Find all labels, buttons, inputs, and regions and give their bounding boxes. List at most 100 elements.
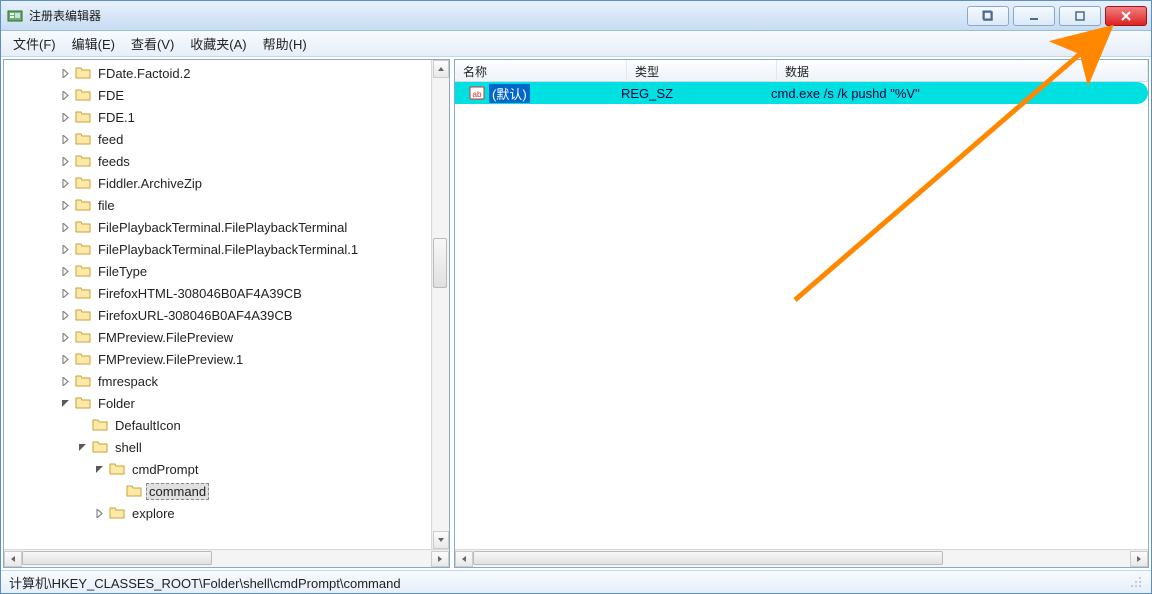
- tree-item[interactable]: shell: [4, 436, 431, 458]
- regedit-icon: [7, 8, 23, 24]
- tree-item-label: command: [146, 483, 209, 500]
- tree-item-label: FirefoxHTML-308046B0AF4A39CB: [95, 285, 305, 302]
- tree-view[interactable]: FDate.Factoid.2 FDE FDE.1 feed feeds Fiddler.…: [4, 60, 431, 549]
- value-row[interactable]: ab (默认) REG_SZcmd.exe /s /k pushd "%V": [455, 82, 1148, 104]
- menu-help[interactable]: 帮助(H): [255, 31, 315, 56]
- tree-item[interactable]: FilePlaybackTerminal.FilePlaybackTermina…: [4, 216, 431, 238]
- maximize-button[interactable]: [1059, 6, 1101, 26]
- value-pane: 名称 类型 数据 ab (默认) REG_SZcmd.exe /s /k pushd…: [454, 59, 1149, 568]
- expand-icon[interactable]: [59, 155, 71, 167]
- tree-item-label: FDate.Factoid.2: [95, 65, 194, 82]
- tree-item-label: feed: [95, 131, 126, 148]
- collapse-icon[interactable]: [59, 397, 71, 409]
- tree-item[interactable]: file: [4, 194, 431, 216]
- svg-text:ab: ab: [473, 90, 482, 99]
- col-name[interactable]: 名称: [455, 60, 627, 81]
- scroll-left-button[interactable]: [455, 551, 473, 567]
- tree-item-label: Fiddler.ArchiveZip: [95, 175, 205, 192]
- expand-icon[interactable]: [59, 331, 71, 343]
- resize-grip-icon[interactable]: [1129, 575, 1143, 589]
- tree-item-label: FDE.1: [95, 109, 138, 126]
- tree-item[interactable]: FilePlaybackTerminal.FilePlaybackTermina…: [4, 238, 431, 260]
- tree-hthumb[interactable]: [22, 551, 212, 565]
- tree-item[interactable]: feed: [4, 128, 431, 150]
- tree-item[interactable]: explore: [4, 502, 431, 524]
- workarea: FDate.Factoid.2 FDE FDE.1 feed feeds Fiddler.…: [1, 57, 1151, 571]
- tree-item[interactable]: FMPreview.FilePreview.1: [4, 348, 431, 370]
- expand-icon[interactable]: [59, 67, 71, 79]
- tree-item[interactable]: cmdPrompt: [4, 458, 431, 480]
- menu-favorites[interactable]: 收藏夹(A): [182, 31, 254, 56]
- col-type[interactable]: 类型: [627, 60, 777, 81]
- menu-edit[interactable]: 编辑(E): [64, 31, 123, 56]
- list-hscrollbar[interactable]: [455, 549, 1148, 567]
- tree-item-label: FilePlaybackTerminal.FilePlaybackTermina…: [95, 219, 350, 236]
- list-header[interactable]: 名称 类型 数据: [455, 60, 1148, 82]
- registry-editor-window: 注册表编辑器 文件(F) 编辑(E) 查看(V) 收藏夹(A) 帮助(H): [0, 0, 1152, 594]
- tree-item-label: FileType: [95, 263, 150, 280]
- tree-item-label: feeds: [95, 153, 133, 170]
- tree-item-label: Folder: [95, 395, 138, 412]
- tree-hscrollbar[interactable]: [4, 549, 449, 567]
- expand-icon[interactable]: [59, 177, 71, 189]
- value-list[interactable]: ab (默认) REG_SZcmd.exe /s /k pushd "%V": [455, 82, 1148, 549]
- tree-item[interactable]: FMPreview.FilePreview: [4, 326, 431, 348]
- col-data[interactable]: 数据: [777, 60, 1148, 81]
- scroll-down-button[interactable]: [433, 531, 449, 549]
- tree-vthumb[interactable]: [433, 238, 447, 288]
- tree-item-label: explore: [129, 505, 178, 522]
- scroll-left-button[interactable]: [4, 551, 22, 567]
- value-name: (默认): [489, 84, 530, 103]
- menu-view[interactable]: 查看(V): [123, 31, 182, 56]
- tree-item[interactable]: FDE.1: [4, 106, 431, 128]
- scroll-right-button[interactable]: [431, 551, 449, 567]
- expand-icon[interactable]: [59, 89, 71, 101]
- expand-icon[interactable]: [59, 375, 71, 387]
- tree-item[interactable]: command: [4, 480, 431, 502]
- tree-item-label: FDE: [95, 87, 127, 104]
- expand-icon[interactable]: [59, 111, 71, 123]
- tree-pane: FDate.Factoid.2 FDE FDE.1 feed feeds Fiddler.…: [3, 59, 450, 568]
- tree-item[interactable]: feeds: [4, 150, 431, 172]
- statusbar: 计算机\HKEY_CLASSES_ROOT\Folder\shell\cmdPr…: [1, 571, 1151, 593]
- titlebar[interactable]: 注册表编辑器: [1, 1, 1151, 31]
- expand-icon[interactable]: [59, 221, 71, 233]
- expand-icon[interactable]: [59, 243, 71, 255]
- tree-vscrollbar[interactable]: [431, 60, 449, 549]
- list-hthumb[interactable]: [473, 551, 943, 565]
- close-button[interactable]: [1105, 6, 1147, 26]
- menu-file[interactable]: 文件(F): [5, 31, 64, 56]
- tree-item-label: file: [95, 197, 118, 214]
- scroll-right-button[interactable]: [1130, 551, 1148, 567]
- tree-item[interactable]: Folder: [4, 392, 431, 414]
- string-value-icon: ab: [469, 85, 485, 101]
- tree-item[interactable]: Fiddler.ArchiveZip: [4, 172, 431, 194]
- expand-icon[interactable]: [59, 133, 71, 145]
- tree-item[interactable]: FileType: [4, 260, 431, 282]
- tree-item[interactable]: FirefoxHTML-308046B0AF4A39CB: [4, 282, 431, 304]
- minimize-button[interactable]: [1013, 6, 1055, 26]
- expand-icon[interactable]: [59, 353, 71, 365]
- tree-item-label: FilePlaybackTerminal.FilePlaybackTermina…: [95, 241, 361, 258]
- expand-icon[interactable]: [59, 287, 71, 299]
- expand-icon[interactable]: [59, 199, 71, 211]
- expand-icon[interactable]: [93, 507, 105, 519]
- collapse-icon[interactable]: [76, 441, 88, 453]
- tree-item-label: DefaultIcon: [112, 417, 184, 434]
- tree-item-label: cmdPrompt: [129, 461, 201, 478]
- expand-icon[interactable]: [59, 309, 71, 321]
- tree-item[interactable]: FirefoxURL-308046B0AF4A39CB: [4, 304, 431, 326]
- tree-item[interactable]: fmrespack: [4, 370, 431, 392]
- tree-item[interactable]: DefaultIcon: [4, 414, 431, 436]
- tree-item[interactable]: FDE: [4, 84, 431, 106]
- tree-item-label: FirefoxURL-308046B0AF4A39CB: [95, 307, 295, 324]
- scroll-up-button[interactable]: [433, 60, 449, 78]
- menubar: 文件(F) 编辑(E) 查看(V) 收藏夹(A) 帮助(H): [1, 31, 1151, 57]
- expand-icon[interactable]: [59, 265, 71, 277]
- value-type: REG_SZ: [613, 84, 763, 103]
- collapse-icon[interactable]: [93, 463, 105, 475]
- tree-item[interactable]: FDate.Factoid.2: [4, 62, 431, 84]
- help-button[interactable]: [967, 6, 1009, 26]
- value-data: cmd.exe /s /k pushd "%V": [763, 84, 1148, 103]
- status-path: 计算机\HKEY_CLASSES_ROOT\Folder\shell\cmdPr…: [9, 573, 401, 592]
